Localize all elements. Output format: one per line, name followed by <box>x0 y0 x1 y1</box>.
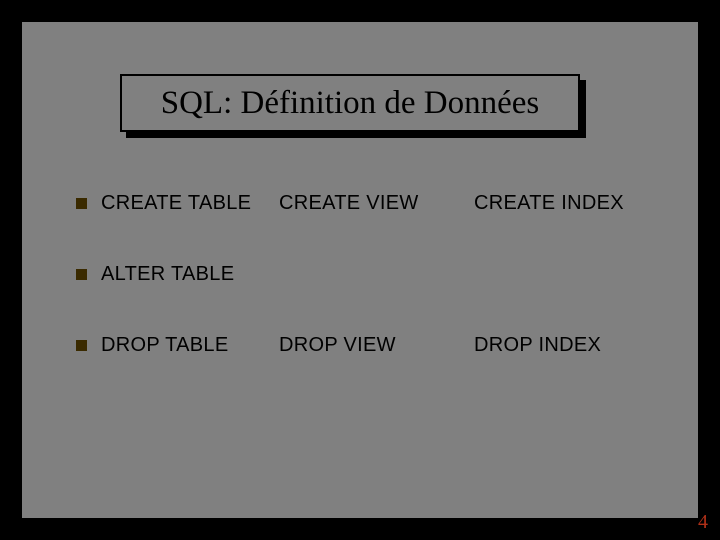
page-number: 4 <box>698 511 708 534</box>
bullet-icon <box>76 340 87 351</box>
list-item: DROP TABLE DROP VIEW DROP INDEX <box>76 334 656 357</box>
slide-title: SQL: Définition de Données <box>161 85 540 122</box>
cell-create-table: CREATE TABLE <box>101 192 279 215</box>
cell-drop-table: DROP TABLE <box>101 334 279 357</box>
cell-drop-index: DROP INDEX <box>474 334 601 357</box>
list-item: CREATE TABLE CREATE VIEW CREATE INDEX <box>76 192 656 215</box>
cell-create-view: CREATE VIEW <box>279 192 474 215</box>
row-cells: ALTER TABLE <box>101 263 656 286</box>
row-cells: CREATE TABLE CREATE VIEW CREATE INDEX <box>101 192 656 215</box>
title-box: SQL: Définition de Données <box>120 74 580 132</box>
content-area: CREATE TABLE CREATE VIEW CREATE INDEX AL… <box>76 192 656 405</box>
cell-alter-table: ALTER TABLE <box>101 263 279 286</box>
cell-empty <box>279 263 474 286</box>
bullet-icon <box>76 269 87 280</box>
cell-drop-view: DROP VIEW <box>279 334 474 357</box>
row-cells: DROP TABLE DROP VIEW DROP INDEX <box>101 334 656 357</box>
slide-frame: SQL: Définition de Données CREATE TABLE … <box>22 22 698 518</box>
cell-create-index: CREATE INDEX <box>474 192 624 215</box>
bullet-icon <box>76 198 87 209</box>
list-item: ALTER TABLE <box>76 263 656 286</box>
